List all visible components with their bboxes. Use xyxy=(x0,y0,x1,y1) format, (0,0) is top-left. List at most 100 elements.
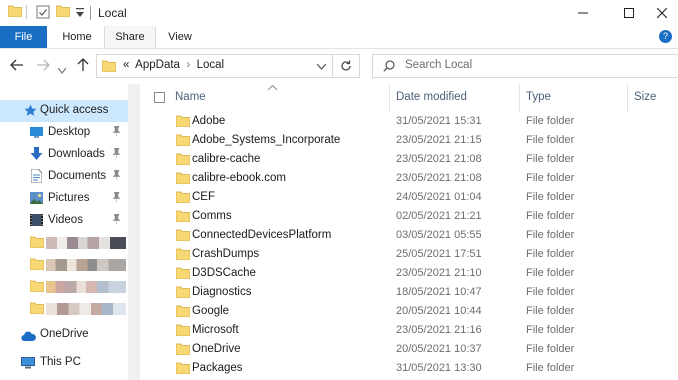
table-row[interactable]: CEF 24/05/2021 01:04 File folder xyxy=(140,188,678,207)
sidebar-item-label: Pictures xyxy=(48,192,90,204)
folder-icon xyxy=(175,248,191,263)
column-header-date-modified[interactable]: Date modified xyxy=(396,91,467,103)
column-divider[interactable] xyxy=(627,84,628,112)
redacted-label xyxy=(46,303,126,315)
file-type: File folder xyxy=(526,343,575,355)
table-row[interactable]: Microsoft 23/05/2021 21:16 File folder xyxy=(140,321,678,340)
search-box[interactable] xyxy=(372,54,678,78)
file-type: File folder xyxy=(526,191,575,203)
sidebar-item-label: This PC xyxy=(40,356,81,368)
file-date-modified: 24/05/2021 01:04 xyxy=(396,191,482,203)
table-row[interactable]: Adobe_Systems_Incorporate 23/05/2021 21:… xyxy=(140,131,678,150)
file-date-modified: 23/05/2021 21:10 xyxy=(396,267,482,279)
file-name: Adobe xyxy=(192,115,226,127)
folder-icon[interactable] xyxy=(7,5,23,20)
file-type: File folder xyxy=(526,172,575,184)
column-header-name[interactable]: Name xyxy=(175,91,206,103)
up-arrow-icon[interactable] xyxy=(77,58,89,75)
table-row[interactable]: Google 20/05/2021 10:44 File folder xyxy=(140,302,678,321)
table-row[interactable]: calibre-ebook.com 23/05/2021 21:08 File … xyxy=(140,169,678,188)
tab-view[interactable]: View xyxy=(158,26,202,48)
sidebar-item-quick-access[interactable]: Quick access xyxy=(0,100,128,122)
minimize-button[interactable] xyxy=(560,0,606,26)
recent-locations-icon[interactable] xyxy=(57,61,67,77)
close-button[interactable] xyxy=(646,0,678,26)
folder-icon xyxy=(175,210,191,225)
sidebar-item-pictures[interactable]: Pictures xyxy=(0,188,128,210)
pin-icon[interactable] xyxy=(112,147,121,161)
sidebar-item-redacted[interactable] xyxy=(0,232,128,254)
breadcrumb-item-appdata[interactable]: AppData xyxy=(135,59,180,71)
folder-icon xyxy=(29,258,45,273)
table-row[interactable]: ConnectedDevicesPlatform 03/05/2021 05:5… xyxy=(140,226,678,245)
tab-share[interactable]: Share xyxy=(104,26,156,48)
address-bar[interactable]: « AppData › Local xyxy=(96,54,360,78)
forward-arrow-icon[interactable] xyxy=(36,58,50,74)
file-date-modified: 23/05/2021 21:16 xyxy=(396,324,482,336)
table-row[interactable]: Comms 02/05/2021 21:21 File folder xyxy=(140,207,678,226)
file-type: File folder xyxy=(526,153,575,165)
column-header-type[interactable]: Type xyxy=(526,91,551,103)
file-date-modified: 23/05/2021 21:08 xyxy=(396,153,482,165)
sidebar-item-downloads[interactable]: Downloads xyxy=(0,144,128,166)
select-all-checkbox[interactable] xyxy=(154,92,165,103)
close-icon xyxy=(657,8,667,18)
navigation-pane: Quick access Desktop Downloads Documents xyxy=(0,84,128,380)
pin-icon[interactable] xyxy=(112,169,121,183)
sidebar-item-label: OneDrive xyxy=(40,328,89,340)
breadcrumb-item-local[interactable]: Local xyxy=(197,59,225,71)
customize-quick-access-icon[interactable] xyxy=(76,7,84,21)
sidebar-item-redacted[interactable] xyxy=(0,254,128,276)
column-divider[interactable] xyxy=(519,84,520,112)
breadcrumb-separator[interactable]: › xyxy=(186,59,190,71)
table-row[interactable]: Diagnostics 18/05/2021 10:47 File folder xyxy=(140,283,678,302)
sidebar-item-desktop[interactable]: Desktop xyxy=(0,122,128,144)
back-arrow-icon[interactable] xyxy=(10,58,24,74)
table-row[interactable]: calibre-cache 23/05/2021 21:08 File fold… xyxy=(140,150,678,169)
file-type: File folder xyxy=(526,229,575,241)
folder-icon xyxy=(29,280,45,295)
file-name: Microsoft xyxy=(192,324,239,336)
pin-icon[interactable] xyxy=(112,191,121,205)
new-folder-icon[interactable] xyxy=(55,5,71,20)
download-icon xyxy=(30,147,43,164)
chevron-down-icon[interactable] xyxy=(316,58,327,73)
file-date-modified: 20/05/2021 10:37 xyxy=(396,343,482,355)
column-divider[interactable] xyxy=(389,84,390,112)
column-header-size[interactable]: Size xyxy=(634,91,656,103)
folder-icon xyxy=(175,172,191,187)
tab-file[interactable]: File xyxy=(0,26,47,48)
sidebar-item-redacted[interactable] xyxy=(0,298,128,320)
table-row[interactable]: OneDrive 20/05/2021 10:37 File folder xyxy=(140,340,678,359)
sidebar-item-onedrive[interactable]: OneDrive xyxy=(0,324,128,346)
pin-icon[interactable] xyxy=(112,213,121,227)
redacted-label xyxy=(46,259,126,271)
search-input[interactable] xyxy=(403,58,647,72)
redacted-label xyxy=(46,281,126,293)
table-row[interactable]: Packages 31/05/2021 13:30 File folder xyxy=(140,359,678,378)
sidebar-item-this-pc[interactable]: This PC xyxy=(0,352,128,374)
file-date-modified: 23/05/2021 21:15 xyxy=(396,134,482,146)
properties-icon[interactable] xyxy=(36,5,50,22)
table-row[interactable]: D3DSCache 23/05/2021 21:10 File folder xyxy=(140,264,678,283)
folder-icon xyxy=(29,236,45,251)
window-title: Local xyxy=(98,6,127,20)
folder-icon xyxy=(175,191,191,206)
maximize-icon xyxy=(624,8,634,18)
help-icon[interactable]: ? xyxy=(659,30,672,43)
table-row[interactable]: CrashDumps 25/05/2021 17:51 File folder xyxy=(140,245,678,264)
breadcrumb-overflow[interactable]: « xyxy=(123,59,129,71)
pin-icon[interactable] xyxy=(112,125,121,139)
sidebar-item-videos[interactable]: Videos xyxy=(0,210,128,232)
file-type: File folder xyxy=(526,248,575,260)
file-date-modified: 23/05/2021 21:08 xyxy=(396,172,482,184)
sidebar-item-redacted[interactable] xyxy=(0,276,128,298)
table-row[interactable]: Adobe 31/05/2021 15:31 File folder xyxy=(140,112,678,131)
file-date-modified: 31/05/2021 13:30 xyxy=(396,362,482,374)
refresh-button[interactable] xyxy=(332,55,359,77)
navigation-bar: « AppData › Local xyxy=(0,49,678,83)
sidebar-item-documents[interactable]: Documents xyxy=(0,166,128,188)
sidebar-scrollbar[interactable] xyxy=(128,84,140,380)
tab-home[interactable]: Home xyxy=(54,26,100,48)
search-icon xyxy=(383,60,395,75)
